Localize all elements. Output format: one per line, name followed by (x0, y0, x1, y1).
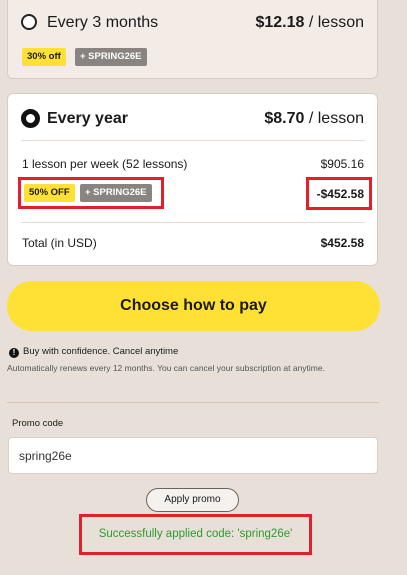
card-divider (21, 140, 365, 141)
confidence-notice: ! Buy with confidence. Cancel anytime (9, 346, 178, 358)
plan-price-value: $8.70 (264, 110, 305, 127)
plan-name-yearly: Every year (47, 110, 128, 127)
plan-name-quarterly: Every 3 months (47, 14, 159, 31)
lessons-amount: $905.16 (320, 157, 364, 171)
total-label: Total (in USD) (22, 236, 97, 250)
plan-price-unit: / lesson (308, 14, 364, 31)
card-divider (21, 222, 365, 223)
plan-radio-quarterly[interactable] (21, 14, 37, 30)
code-badge-quarterly: + SPRING26E (75, 48, 147, 66)
discount-badge-quarterly: 30% off (22, 48, 66, 66)
promo-success-message: Successfully applied code: 'spring26e' (79, 514, 312, 555)
plan-price-unit: / lesson (308, 110, 364, 127)
plan-price-quarterly: $12.18 / lesson (255, 14, 364, 32)
confidence-text: Buy with confidence. Cancel anytime (23, 346, 179, 357)
promo-code-label: Promo code (12, 418, 64, 429)
code-badge-yearly: + SPRING26E (80, 184, 152, 202)
apply-promo-button[interactable]: Apply promo (146, 488, 239, 512)
discount-badge-yearly: 50% OFF (24, 184, 75, 202)
plan-price-yearly: $8.70 / lesson (264, 110, 364, 128)
section-divider (7, 402, 379, 403)
info-icon: ! (9, 348, 19, 358)
lessons-description: 1 lesson per week (52 lessons) (22, 157, 188, 171)
plan-radio-yearly[interactable] (21, 109, 40, 128)
discount-amount: -$452.58 (316, 187, 364, 201)
plan-card-quarterly[interactable]: Every 3 months $12.18 / lesson 30% off +… (7, 0, 378, 79)
plan-card-yearly[interactable]: Every year $8.70 / lesson 1 lesson per w… (7, 93, 378, 266)
promo-code-input[interactable] (8, 437, 378, 474)
renewal-notice: Automatically renews every 12 months. Yo… (7, 363, 325, 373)
choose-how-to-pay-button[interactable]: Choose how to pay (7, 281, 380, 331)
total-amount: $452.58 (320, 236, 364, 250)
plan-price-value: $12.18 (255, 14, 305, 31)
